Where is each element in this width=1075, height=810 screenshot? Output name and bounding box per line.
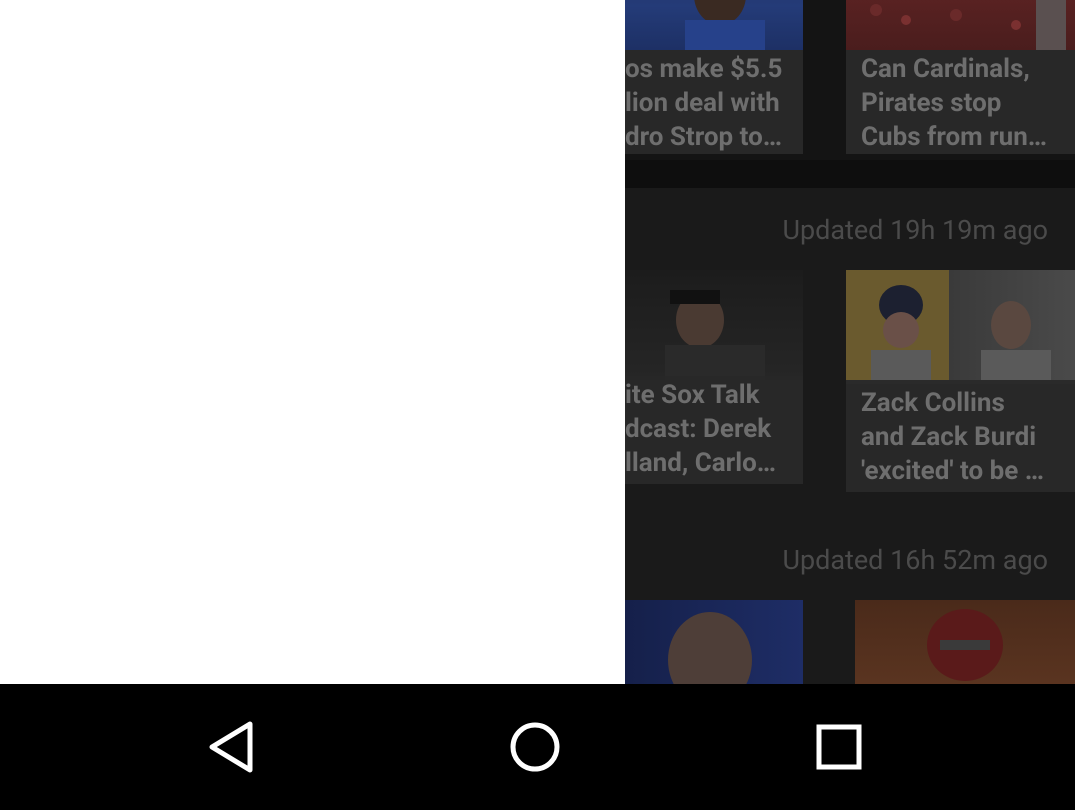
bald-man-portrait-photo [625,600,803,684]
card-title: ite Sox Talk dcast: Derek lland, Carlo… [625,380,777,478]
baseball-pitcher-blue-jersey-photo [625,0,803,50]
card-title-overlay: ite Sox Talk dcast: Derek lland, Carlo… [625,376,803,484]
card-title-overlay: Can Cardinals, Pirates stop Cubs from ru… [846,50,1075,154]
news-card[interactable]: ite Sox Talk dcast: Derek lland, Carlo… [625,270,803,484]
app-screen: os make $5.5 lion deal with dro Strop to… [0,0,1075,684]
back-icon [209,721,253,773]
section-divider [625,160,1075,188]
card-title: os make $5.5 lion deal with dro Strop to… [625,54,783,152]
card-title: Zack Collins and Zack Burdi 'excited' to… [861,388,1044,486]
nav-home-button[interactable] [465,684,605,810]
updated-timestamp: Updated 16h 52m ago [782,544,1048,576]
nav-back-button[interactable] [163,684,303,810]
football-player-red-helmet-photo [855,600,1075,684]
home-icon [510,722,560,772]
card-title-overlay: Zack Collins and Zack Burdi 'excited' to… [846,384,1075,492]
card-title-overlay: os make $5.5 lion deal with dro Strop to… [625,50,803,154]
system-navigation-bar [0,684,1075,810]
players-pinstripes-photo [846,270,1075,380]
news-card[interactable]: Can Cardinals, Pirates stop Cubs from ru… [846,0,1075,154]
news-card[interactable]: os make $5.5 lion deal with dro Strop to… [625,0,803,154]
news-card[interactable]: Zack Collins and Zack Burdi 'excited' to… [846,270,1075,492]
stadium-crowd-red-photo [846,0,1075,50]
card-title: Can Cardinals, Pirates stop Cubs from ru… [861,54,1048,152]
nav-recents-button[interactable] [769,684,909,810]
pitcher-white-sox-photo [625,270,803,380]
recents-icon [816,724,862,770]
navigation-drawer [0,0,625,684]
news-card[interactable] [625,600,803,684]
updated-timestamp: Updated 19h 19m ago [782,214,1048,246]
news-card[interactable] [855,600,1075,684]
